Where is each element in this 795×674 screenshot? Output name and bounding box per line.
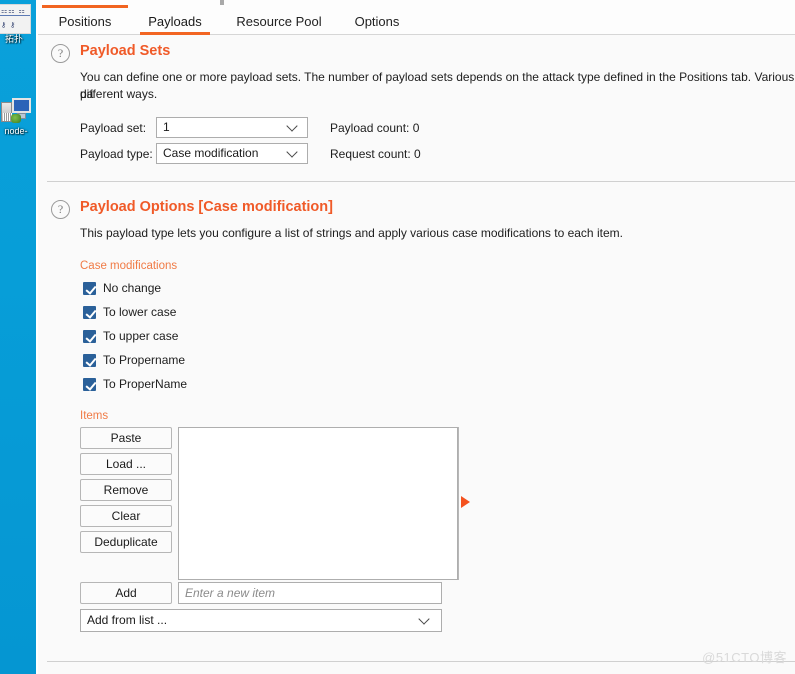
checkbox-no-change[interactable] bbox=[83, 282, 96, 295]
deduplicate-button[interactable]: Deduplicate bbox=[80, 531, 172, 553]
desktop-icon-node-label: node- bbox=[4, 126, 28, 136]
upper-tab-strip bbox=[36, 0, 795, 9]
chevron-down-icon bbox=[288, 122, 297, 131]
desktop-icon-topology[interactable]: ⚏⚏ ⚏ ⚷ ⚷ 拓扑 bbox=[0, 4, 32, 45]
tab-payloads[interactable]: Payloads bbox=[136, 9, 214, 35]
desktop-icon-node[interactable]: node- bbox=[0, 96, 34, 137]
clear-button[interactable]: Clear bbox=[80, 505, 172, 527]
checkbox-to-lower-case[interactable] bbox=[83, 306, 96, 319]
payload-type-value: Case modification bbox=[163, 146, 259, 160]
add-button[interactable]: Add bbox=[80, 582, 172, 604]
payload-sets-title: Payload Sets bbox=[80, 43, 171, 59]
payload-type-label: Payload type: bbox=[80, 147, 153, 161]
expand-arrow-icon[interactable] bbox=[461, 496, 470, 508]
payload-options-description: This payload type lets you configure a l… bbox=[80, 226, 623, 240]
items-label: Items bbox=[80, 410, 109, 422]
checkbox-to-propername-camel[interactable] bbox=[83, 378, 96, 391]
payload-count-label: Payload count: 0 bbox=[330, 121, 420, 135]
new-item-input[interactable]: Enter a new item bbox=[178, 582, 442, 604]
payload-set-label: Payload set: bbox=[80, 121, 147, 135]
checkbox-no-change-label: No change bbox=[103, 281, 162, 295]
payload-set-value: 1 bbox=[163, 120, 170, 134]
payload-set-dropdown[interactable]: 1 bbox=[156, 117, 308, 138]
watermark: @51CTO博客 bbox=[702, 650, 787, 665]
checkbox-to-propername[interactable] bbox=[83, 354, 96, 367]
add-from-list-dropdown[interactable]: Add from list ... bbox=[80, 609, 442, 632]
checkbox-to-upper-case[interactable] bbox=[83, 330, 96, 343]
payload-options-title: Payload Options [Case modification] bbox=[80, 199, 333, 215]
section-divider-top bbox=[47, 181, 795, 182]
chevron-down-icon bbox=[420, 615, 429, 624]
computer-node-icon bbox=[0, 96, 33, 126]
tab-options[interactable]: Options bbox=[344, 9, 410, 35]
upper-tab-marker-icon bbox=[220, 0, 224, 5]
desktop-background: ⚏⚏ ⚏ ⚷ ⚷ 拓扑 node- bbox=[0, 0, 36, 674]
checkbox-to-upper-case-label: To upper case bbox=[103, 329, 179, 343]
paste-button[interactable]: Paste bbox=[80, 427, 172, 449]
checkbox-to-lower-case-label: To lower case bbox=[103, 305, 177, 319]
list-resize-divider[interactable] bbox=[458, 427, 459, 580]
section-divider-bottom bbox=[47, 661, 795, 662]
intruder-tab-bar: Positions Payloads Resource Pool Options bbox=[38, 9, 795, 35]
checkbox-to-propername-label: To Propername bbox=[103, 353, 186, 367]
desktop-icon-topology-label: 拓扑 bbox=[4, 34, 23, 44]
payload-type-dropdown[interactable]: Case modification bbox=[156, 143, 308, 164]
payloads-panel: ? Payload Sets You can define one or mor… bbox=[38, 36, 795, 674]
tab-resource-pool[interactable]: Resource Pool bbox=[226, 9, 332, 35]
payload-items-list[interactable] bbox=[178, 427, 458, 580]
network-topology-icon: ⚏⚏ ⚏ ⚷ ⚷ bbox=[0, 4, 31, 34]
checkbox-to-propername-camel-label: To ProperName bbox=[103, 377, 188, 391]
new-item-placeholder: Enter a new item bbox=[185, 586, 276, 600]
burp-intruder-window: Positions Payloads Resource Pool Options… bbox=[36, 0, 795, 674]
tab-positions[interactable]: Positions bbox=[46, 9, 124, 35]
payload-sets-description-line2: different ways. bbox=[80, 87, 158, 101]
chevron-down-icon bbox=[288, 148, 297, 157]
case-modifications-label: Case modifications bbox=[80, 260, 178, 272]
add-from-list-label: Add from list ... bbox=[87, 613, 168, 627]
payload-options-help-icon[interactable]: ? bbox=[51, 200, 70, 219]
remove-button[interactable]: Remove bbox=[80, 479, 172, 501]
request-count-label: Request count: 0 bbox=[330, 147, 421, 161]
payload-sets-help-icon[interactable]: ? bbox=[51, 44, 70, 63]
upper-active-tab[interactable] bbox=[42, 0, 128, 8]
load-button[interactable]: Load ... bbox=[80, 453, 172, 475]
